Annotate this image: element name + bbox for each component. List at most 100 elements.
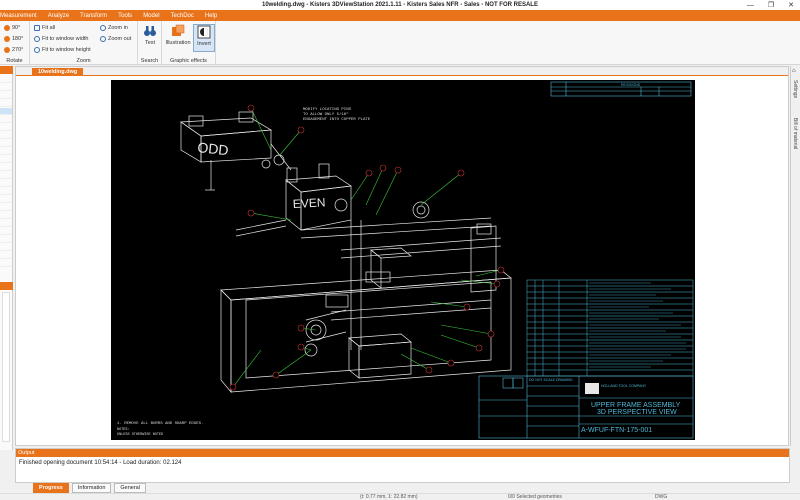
rotate-group-label: Rotate [6,58,23,64]
zoom-group-label: Zoom [76,58,91,64]
fit-width-button[interactable]: Fit to window width [34,36,88,42]
company-logo [585,383,599,394]
text-search-button[interactable]: Text [139,24,161,52]
notes-title: NOTES: [117,428,130,432]
tree-row[interactable] [0,100,12,107]
tree-row[interactable] [0,196,12,203]
binoculars-icon [144,26,156,36]
left-panel-header-2 [0,282,13,290]
zoom-out-icon [100,36,106,42]
rotate-270-button[interactable]: 270° [4,47,23,53]
graphic-effects-group: Illustration Invert Graphic effects [162,21,216,65]
minimize-button[interactable]: — [747,2,754,9]
window-title: 10welding.dwg - Kisters 3DViewStation 20… [262,2,538,8]
output-panel: Output Finished opening document 10:54:1… [15,448,790,483]
left-panel-header [0,66,13,74]
close-button[interactable]: ✕ [788,1,794,9]
invert-button[interactable]: Invert [193,24,215,52]
frame-assembly [179,111,512,393]
zoom-group: Fit all Fit to window width Fit to windo… [30,21,138,65]
property-scroll[interactable] [2,292,10,442]
fit-all-icon [34,25,40,31]
right-tab-strip: ⌂ Settings Bill of material [790,66,800,446]
menu-transform[interactable]: Transform [80,13,118,19]
drawing-number: A-WFUF-FTN-175-001 [581,427,652,434]
search-group: Text Search [138,21,162,65]
menu-bar: Measurement Analyze Transform Tools Mode… [0,10,800,21]
tree-row[interactable] [0,260,12,267]
note-line-2: TO ALLOW ONLY 5/16" [303,112,349,117]
tree-row[interactable] [0,188,12,195]
fit-height-button[interactable]: Fit to window height [34,47,91,53]
invert-icon [197,25,211,39]
ribbon: 90° 180° 270° Rotate Fit all Fit to wind… [0,21,800,65]
tree-row[interactable] [0,212,12,219]
tree-row[interactable] [0,180,12,187]
tree-row[interactable] [0,220,12,227]
tree-row-selected[interactable] [0,108,12,115]
parts-list-table [526,279,694,377]
tree-row[interactable] [0,236,12,243]
menu-model[interactable]: Model [143,13,170,19]
tree-row[interactable] [0,204,12,211]
menu-techdoc[interactable]: TechDoc [171,13,205,19]
rotate-group: 90° 180° 270° Rotate [0,21,30,65]
tree-row[interactable] [0,116,12,123]
revision-title: REVISIONS [621,83,641,87]
status-coordinates: (t: 0.77 mm, 1: 22.82 mm) [360,494,418,500]
rotate-icon [4,25,10,31]
notes-line-1: 1. REMOVE ALL BURRS AND SHARP EDGES. [117,422,203,426]
rotate-180-button[interactable]: 180° [4,36,23,42]
notes-line-2: UNLESS OTHERWISE NOTED [117,433,163,437]
output-header: Output [16,449,789,457]
menu-tools[interactable]: Tools [118,13,143,19]
tree-row[interactable] [0,140,12,147]
drawing-viewport[interactable]: REVISIONS MODIFY LOCATING PINS TO ALLOW … [111,80,695,440]
menu-help[interactable]: Help [205,13,228,19]
do-not-scale: DO NOT SCALE DRAWING [529,378,573,382]
zoom-out-button[interactable]: Zoom out [100,36,131,42]
tree-row[interactable] [0,92,12,99]
document-tab[interactable]: 10welding.dwg [32,68,84,76]
status-format: DWG [655,494,668,500]
magnifier-icon [34,47,40,53]
settings-tab[interactable]: Settings [792,80,798,98]
tree-row[interactable] [0,228,12,235]
tree-row[interactable] [0,244,12,251]
tab-progress[interactable]: Progress [33,482,69,493]
bill-of-material-tab[interactable]: Bill of material [792,118,798,149]
tree-row[interactable] [0,84,12,91]
zoom-in-icon [100,25,106,31]
maximize-button[interactable]: ❐ [768,1,774,9]
illustration-button[interactable]: Illustration [165,24,191,52]
tree-row[interactable] [0,124,12,131]
menu-analyze[interactable]: Analyze [48,13,80,19]
tree-row[interactable] [0,172,12,179]
fit-all-button[interactable]: Fit all [34,25,55,31]
tree-row[interactable] [0,164,12,171]
document-tab-bar: 10welding.dwg [16,67,788,76]
status-selection: 0/0 Selected geometries [508,494,562,500]
parts-list-text-strokes [589,282,686,368]
tree-row[interactable] [0,148,12,155]
tree-row[interactable] [0,76,12,83]
odd-label: ODD [197,139,230,158]
magnifier-icon [34,36,40,42]
bottom-tabs: Progress Information General [15,482,790,493]
note-line-3: ENGAGEMENT INTO COPPER PLATE [303,118,371,122]
illustration-icon [172,24,185,36]
tree-row[interactable] [0,132,12,139]
tree-row[interactable] [0,252,12,259]
pin-icon[interactable]: ⌂ [792,68,796,74]
company-name: HOLLAND TOOL COMPANY [601,384,647,388]
menu-measurement[interactable]: Measurement [0,13,48,19]
left-panel [0,66,13,450]
tab-information[interactable]: Information [71,482,112,493]
zoom-in-button[interactable]: Zoom in [100,25,128,31]
rotate-90-button[interactable]: 90° [4,25,20,31]
tab-general[interactable]: General [114,482,146,493]
drawing-title-2: 3D PERSPECTIVE VIEW [597,409,677,416]
search-group-label: Search [140,58,159,64]
tree-row[interactable] [0,156,12,163]
rotate-icon [4,47,10,53]
